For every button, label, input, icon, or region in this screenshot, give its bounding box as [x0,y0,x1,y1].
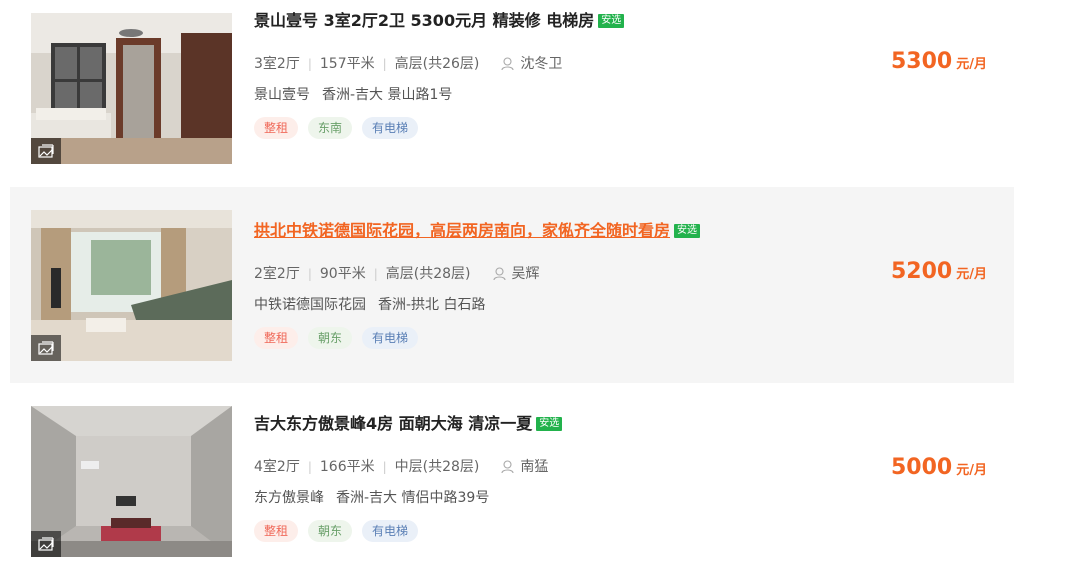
agent[interactable]: 沈冬卫 [501,55,562,73]
floor-level: 高层(共28层) [385,266,471,282]
listing-price: 5300 元/月 [891,49,987,74]
listing-info: 景山壹号 3室2厅2卫 5300元月 精装修 电梯房 安选 3室2厅 | 157… [254,10,854,139]
room-photo-2 [31,210,232,361]
listing-title[interactable]: 拱北中铁诺德国际花园，高层两房南向，家俬齐全随时看房 安选 [254,220,854,242]
community-name[interactable]: 景山壹号 [254,87,310,103]
user-icon [501,460,514,474]
listing-price: 5000 元/月 [891,455,987,480]
agent-name: 吴辉 [511,266,540,282]
photo-gallery-icon [31,138,61,164]
room-layout: 4室2厅 [254,459,300,475]
community-name[interactable]: 东方傲景峰 [254,490,324,506]
room-layout: 3室2厅 [254,56,300,72]
listing-info: 吉大东方傲景峰4房 面朝大海 清凉一夏 安选 4室2厅 | 166平米 | 中层… [254,413,854,542]
price-unit: 元/月 [956,267,987,282]
listing-title-link[interactable]: 景山壹号 3室2厅2卫 5300元月 精装修 电梯房 [254,10,594,32]
divider: | [382,460,387,474]
listing-title-link[interactable]: 吉大东方傲景峰4房 面朝大海 清凉一夏 [254,413,532,435]
tag-elevator: 有电梯 [362,327,419,349]
listing-title-link[interactable]: 拱北中铁诺德国际花园，高层两房南向，家俬齐全随时看房 [254,220,670,242]
divider: | [307,57,312,71]
price-value: 5000 [891,455,953,480]
price-unit: 元/月 [956,57,987,72]
listing-photo[interactable] [31,406,232,557]
room-photo-3 [31,406,232,557]
price-value: 5300 [891,49,953,74]
price-value: 5200 [891,259,953,284]
tag-orientation: 东南 [308,117,353,139]
listing-price: 5200 元/月 [891,259,987,284]
location-text: 香洲-拱北 白石路 [378,297,486,313]
listing-tags: 整租 朝东 有电梯 [254,520,854,542]
agent-name: 沈冬卫 [520,56,563,72]
listing-meta: 3室2厅 | 157平米 | 高层(共26层) 沈冬卫 [254,55,854,73]
user-icon [492,267,506,281]
listing-meta: 2室2厅 | 90平米 | 高层(共28层) 吴辉 [254,265,854,283]
listing-photo[interactable] [31,13,232,164]
location-text: 香洲-吉大 情侣中路39号 [336,490,490,506]
tag-orientation: 朝东 [308,327,353,349]
listing-tags: 整租 东南 有电梯 [254,117,854,139]
user-icon [501,57,514,71]
room-photo-1 [31,13,232,164]
listing-photo[interactable] [31,210,232,361]
listing-info: 拱北中铁诺德国际花园，高层两房南向，家俬齐全随时看房 安选 2室2厅 | 90平… [254,220,854,349]
listing-title[interactable]: 吉大东方傲景峰4房 面朝大海 清凉一夏 安选 [254,413,854,435]
anxuan-badge: 安选 [536,417,563,431]
room-layout: 2室2厅 [254,266,300,282]
divider: | [373,267,378,281]
anxuan-badge: 安选 [674,224,701,238]
anxuan-badge: 安选 [598,14,625,28]
agent[interactable]: 吴辉 [492,265,540,283]
tag-elevator: 有电梯 [362,117,419,139]
listing-card[interactable]: 拱北中铁诺德国际花园，高层两房南向，家俬齐全随时看房 安选 2室2厅 | 90平… [10,187,1014,383]
listing-card[interactable]: 吉大东方傲景峰4房 面朝大海 清凉一夏 安选 4室2厅 | 166平米 | 中层… [10,383,1014,579]
location-text: 香洲-吉大 景山路1号 [322,87,453,103]
listing-tags: 整租 朝东 有电梯 [254,327,854,349]
floor-area: 166平米 [319,459,375,475]
floor-area: 157平米 [319,56,375,72]
floor-level: 中层(共28层) [394,459,480,475]
photo-gallery-icon [31,531,61,557]
listing-card[interactable]: 景山壹号 3室2厅2卫 5300元月 精装修 电梯房 安选 3室2厅 | 157… [10,0,1014,196]
agent[interactable]: 南猛 [501,458,548,476]
divider: | [307,460,312,474]
photo-gallery-icon [31,335,61,361]
floor-level: 高层(共26层) [394,56,480,72]
listing-address: 景山壹号 香洲-吉大 景山路1号 [254,86,854,104]
tag-rent-type: 整租 [254,117,299,139]
tag-rent-type: 整租 [254,327,299,349]
divider: | [307,267,312,281]
listing-title[interactable]: 景山壹号 3室2厅2卫 5300元月 精装修 电梯房 安选 [254,10,854,32]
tag-orientation: 朝东 [308,520,353,542]
tag-rent-type: 整租 [254,520,299,542]
agent-name: 南猛 [520,459,549,475]
listing-meta: 4室2厅 | 166平米 | 中层(共28层) 南猛 [254,458,854,476]
divider: | [382,57,387,71]
tag-elevator: 有电梯 [362,520,419,542]
community-name[interactable]: 中铁诺德国际花园 [254,297,366,313]
floor-area: 90平米 [319,266,366,282]
price-unit: 元/月 [956,463,987,478]
listing-address: 中铁诺德国际花园 香洲-拱北 白石路 [254,296,854,314]
listing-address: 东方傲景峰 香洲-吉大 情侣中路39号 [254,489,854,507]
